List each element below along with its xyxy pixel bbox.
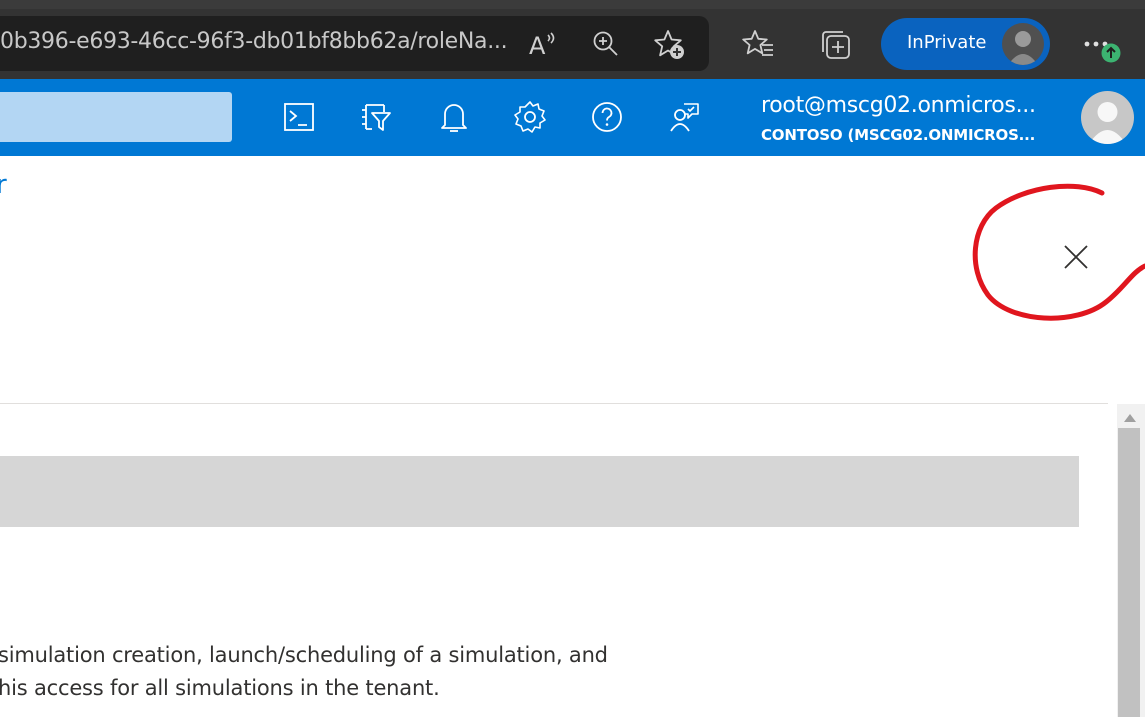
scroll-up-arrow-icon[interactable] <box>1124 414 1136 422</box>
help-icon[interactable] <box>589 99 625 135</box>
browser-top-edge <box>0 0 1145 9</box>
feedback-icon[interactable] <box>666 99 702 135</box>
portal-header: root@mscg02.onmicros... CONTOSO (MSCG02.… <box>0 79 1145 156</box>
settings-icon[interactable] <box>512 99 548 135</box>
red-annotation-circle <box>972 183 1145 321</box>
grey-banner <box>0 456 1079 527</box>
read-aloud-icon[interactable]: A <box>529 30 561 60</box>
profile-avatar <box>1002 23 1044 65</box>
account-avatar[interactable] <box>1081 91 1134 144</box>
zoom-icon[interactable] <box>592 30 620 58</box>
update-badge-icon <box>1100 42 1122 64</box>
directory-filter-icon[interactable] <box>358 99 394 135</box>
scrollbar-thumb[interactable] <box>1118 428 1140 717</box>
add-favorite-icon[interactable] <box>653 28 687 62</box>
account-email[interactable]: root@mscg02.onmicros... <box>761 93 1036 118</box>
inprivate-button[interactable]: InPrivate <box>881 18 1050 70</box>
inprivate-label: InPrivate <box>907 32 987 53</box>
description-line-1: simulation creation, launch/scheduling o… <box>0 643 608 667</box>
breadcrumb-link[interactable]: r <box>0 170 7 200</box>
global-search-input[interactable] <box>0 92 232 142</box>
favorites-icon[interactable] <box>742 27 776 61</box>
account-tenant[interactable]: CONTOSO (MSCG02.ONMICROS... <box>761 126 1035 144</box>
description-line-2: his access for all simulations in the te… <box>0 676 440 700</box>
section-divider <box>0 403 1108 404</box>
svg-text:A: A <box>529 32 546 60</box>
collections-icon[interactable] <box>819 28 853 62</box>
cloud-shell-icon[interactable] <box>281 99 317 135</box>
address-bar-url[interactable]: 0b396-e693-46cc-96f3-db01bf8bb62a/roleNa… <box>0 29 508 54</box>
notifications-icon[interactable] <box>436 99 472 135</box>
